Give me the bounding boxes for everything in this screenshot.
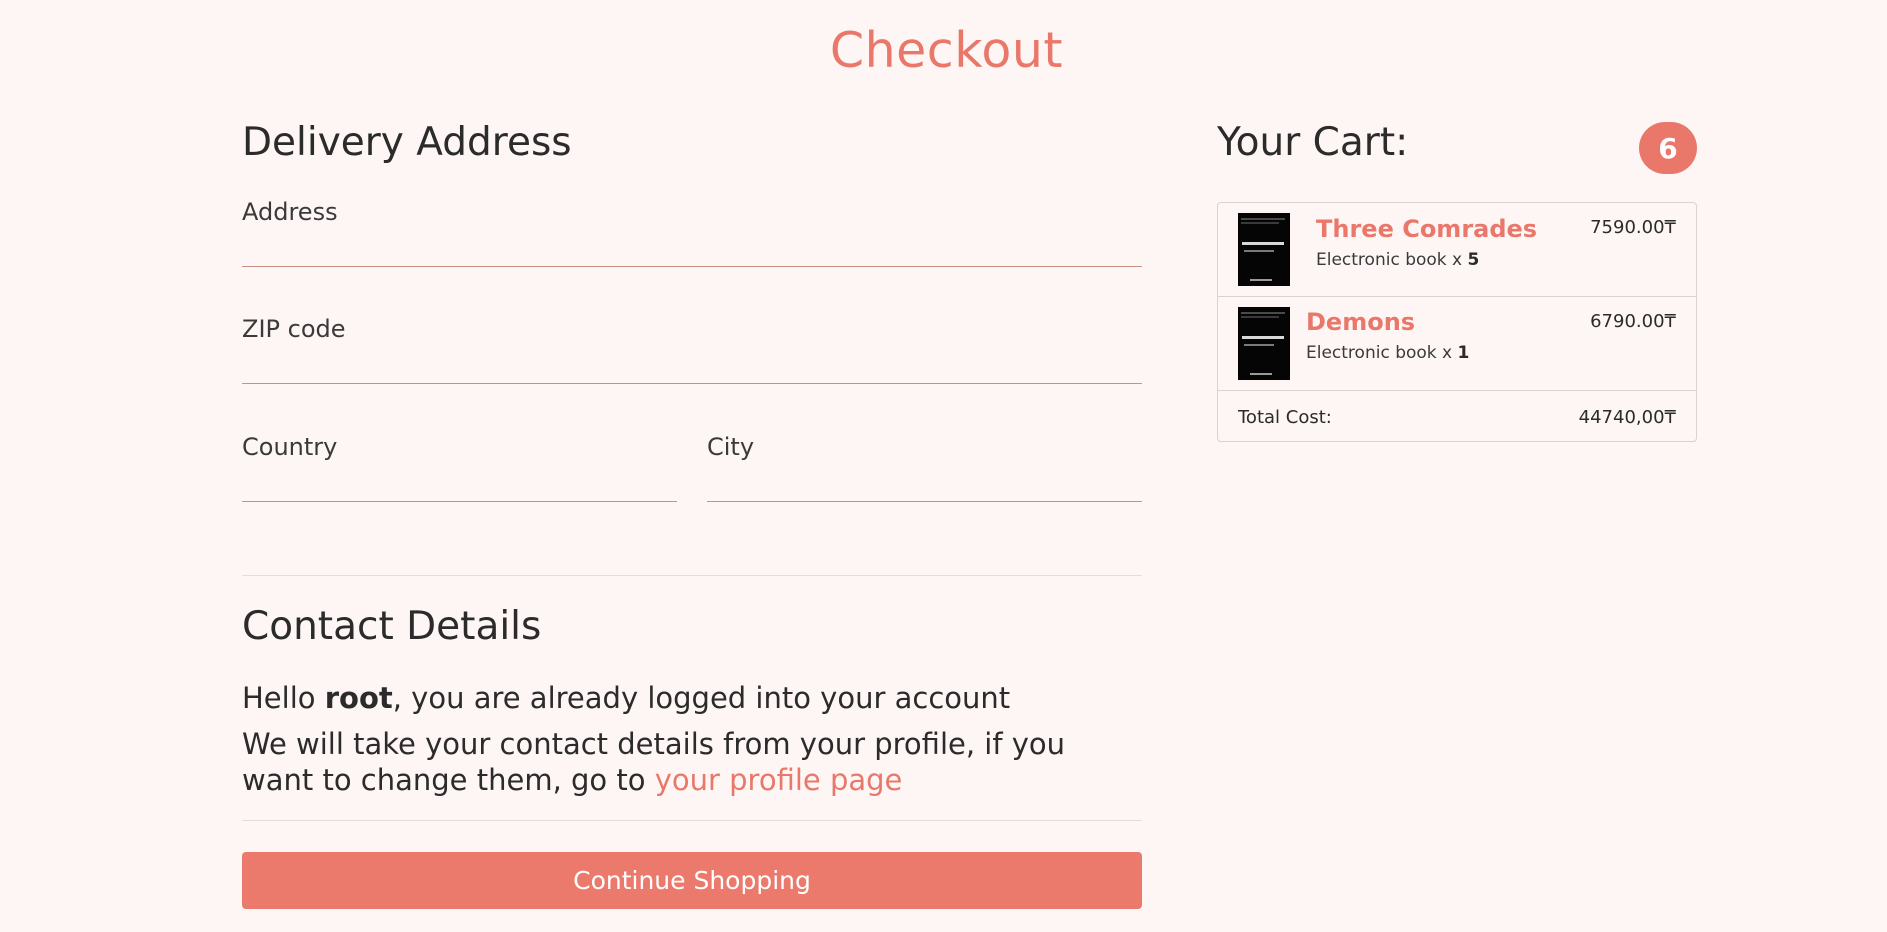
cart-item-type-label: Electronic book x	[1316, 250, 1468, 270]
contact-details-heading: Contact Details	[242, 604, 542, 649]
country-input[interactable]	[242, 461, 677, 502]
book-cover-image	[1238, 213, 1290, 286]
contact-info-sentence: We will take your contact details from y…	[242, 727, 1066, 797]
city-label: City	[707, 433, 755, 461]
country-field: Country	[242, 433, 677, 502]
cart-summary: Three Comrades Electronic book x 5 7590.…	[1217, 202, 1697, 442]
login-greeting: Hello root, you are already logged into …	[242, 680, 1010, 716]
total-cost-label: Total Cost:	[1238, 407, 1332, 428]
city-field: City	[707, 433, 1142, 502]
cart-item: Demons Electronic book x 1 6790.00₸	[1218, 297, 1696, 391]
cart-item-price: 7590.00₸	[1590, 217, 1676, 238]
book-cover-image	[1238, 307, 1290, 380]
address-input[interactable]	[242, 226, 1142, 267]
cart-count-badge: 6	[1639, 122, 1697, 174]
greeting-suffix: , you are already logged into your accou…	[392, 681, 1011, 715]
cart-item-name[interactable]: Demons	[1306, 308, 1415, 336]
city-input[interactable]	[707, 461, 1142, 502]
contact-info-text: We will take your contact details from y…	[242, 726, 1122, 798]
cart-item-type: Electronic book x 5	[1316, 250, 1479, 270]
country-label: Country	[242, 433, 338, 461]
cart-item-name[interactable]: Three Comrades	[1316, 215, 1537, 243]
profile-page-link[interactable]: your profile page	[655, 763, 903, 797]
total-cost-value: 44740,00₸	[1578, 407, 1676, 428]
cart-heading: Your Cart:	[1217, 120, 1409, 165]
username: root	[324, 681, 393, 715]
zip-label: ZIP code	[242, 315, 346, 343]
cart-item-quantity: 5	[1467, 250, 1480, 270]
cart-item: Three Comrades Electronic book x 5 7590.…	[1218, 203, 1696, 297]
cart-item-quantity: 1	[1457, 343, 1470, 363]
continue-shopping-button[interactable]: Continue Shopping	[242, 852, 1142, 909]
page-title: Checkout	[829, 22, 1064, 79]
delivery-address-heading: Delivery Address	[242, 120, 572, 165]
address-field: Address	[242, 198, 1142, 267]
address-label: Address	[242, 198, 338, 226]
zip-input[interactable]	[242, 343, 1142, 384]
cart-item-type-label: Electronic book x	[1306, 343, 1458, 363]
cart-item-type: Electronic book x 1	[1306, 343, 1469, 363]
section-divider	[242, 820, 1142, 821]
greeting-prefix: Hello	[242, 681, 325, 715]
section-divider	[242, 575, 1142, 576]
cart-item-price: 6790.00₸	[1590, 311, 1676, 332]
zip-field: ZIP code	[242, 315, 1142, 384]
